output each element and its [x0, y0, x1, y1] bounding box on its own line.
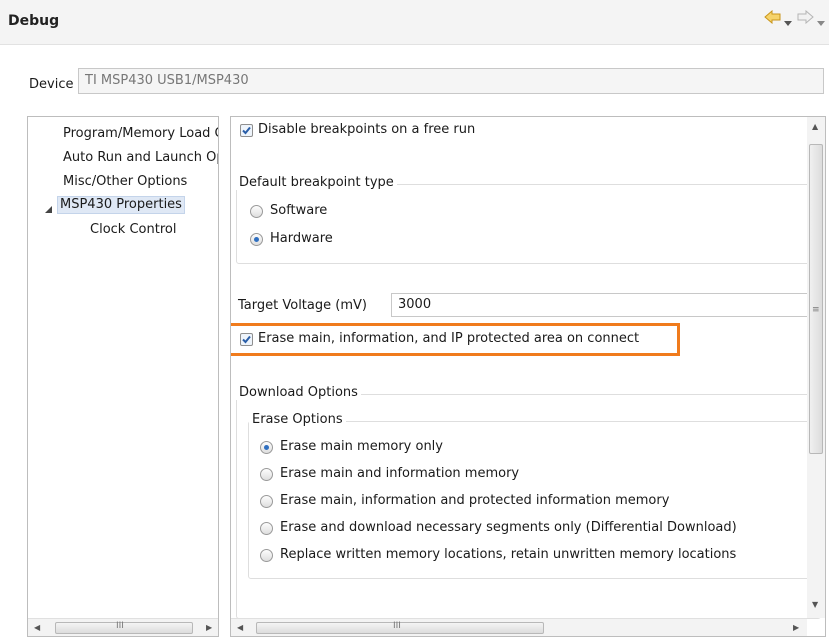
scroll-right-icon[interactable]: ▶	[206, 624, 212, 632]
erase-options-title: Erase Options	[249, 412, 346, 427]
tree-item-auto-run-launch[interactable]: Auto Run and Launch Options	[63, 150, 218, 166]
software-label: Software	[270, 203, 328, 218]
erase-main-info-label: Erase main and information memory	[280, 466, 520, 481]
scroll-left-icon[interactable]: ◀	[34, 624, 40, 632]
editor-header: Debug	[0, 0, 829, 45]
erase-on-connect-label: Erase main, information, and IP protecte…	[258, 331, 640, 346]
erase-main-only-radio[interactable]	[260, 441, 273, 454]
device-label: Device	[29, 77, 74, 92]
device-field[interactable]: TI MSP430 USB1/MSP430	[78, 68, 824, 94]
thumb-grip: III	[116, 621, 124, 631]
replace-written-radio[interactable]	[260, 549, 273, 562]
disable-breakpoints-label: Disable breakpoints on a free run	[258, 122, 476, 137]
vthumb-grip: ≡	[812, 305, 820, 315]
erase-on-connect-checkbox[interactable]	[240, 333, 253, 346]
breakpoint-type-title: Default breakpoint type	[236, 175, 397, 190]
hscroll-right-icon[interactable]: ▶	[793, 624, 799, 632]
properties-pane: Disable breakpoints on a free run Defaul…	[230, 116, 826, 637]
properties-horizontal-scrollbar[interactable]: ◀ III ▶	[231, 618, 807, 636]
page-title: Debug	[8, 13, 60, 29]
download-options-title: Download Options	[236, 385, 361, 400]
tree-item-program-memory-load[interactable]: Program/Memory Load Options	[63, 126, 218, 142]
erase-main-only-label: Erase main memory only	[280, 439, 443, 454]
erase-main-info-protected-label: Erase main, information and protected in…	[280, 493, 670, 508]
category-tree: Program/Memory Load Options Auto Run and…	[27, 116, 219, 637]
forward-dropdown-icon[interactable]	[817, 15, 825, 30]
tree-item-msp430-properties[interactable]: MSP430 Properties	[57, 196, 185, 214]
tree-horizontal-scrollbar[interactable]: ◀ III ▶	[28, 618, 218, 636]
hardware-label: Hardware	[270, 231, 333, 246]
back-arrow-icon[interactable]	[764, 9, 782, 28]
scroll-up-icon[interactable]: ▲	[812, 123, 818, 131]
hardware-radio[interactable]	[250, 233, 263, 246]
properties-vscroll-thumb[interactable]: ≡	[809, 144, 823, 454]
hscroll-left-icon[interactable]: ◀	[237, 624, 243, 632]
scroll-down-icon[interactable]: ▼	[812, 601, 818, 609]
tree-expand-icon[interactable]	[45, 202, 52, 217]
target-voltage-input[interactable]: 3000	[391, 293, 811, 317]
tree-scroll-thumb[interactable]: III	[55, 621, 193, 634]
properties-hscroll-thumb[interactable]: III	[256, 621, 544, 634]
differential-download-label: Erase and download necessary segments on…	[280, 520, 737, 535]
differential-download-radio[interactable]	[260, 522, 273, 535]
properties-vertical-scrollbar[interactable]: ▲ ≡ ▼	[807, 117, 825, 618]
back-dropdown-icon[interactable]	[784, 15, 792, 30]
breakpoint-type-group	[236, 184, 821, 264]
replace-written-label: Replace written memory locations, retain…	[280, 547, 737, 562]
tree-item-misc-options[interactable]: Misc/Other Options	[63, 174, 187, 190]
erase-main-info-radio[interactable]	[260, 468, 273, 481]
tree-item-clock-control[interactable]: Clock Control	[90, 222, 176, 238]
forward-arrow-icon[interactable]	[796, 9, 814, 28]
software-radio[interactable]	[250, 205, 263, 218]
erase-main-info-protected-radio[interactable]	[260, 495, 273, 508]
disable-breakpoints-checkbox[interactable]	[240, 124, 253, 137]
hthumb-grip: III	[393, 621, 401, 631]
target-voltage-label: Target Voltage (mV)	[238, 298, 367, 313]
